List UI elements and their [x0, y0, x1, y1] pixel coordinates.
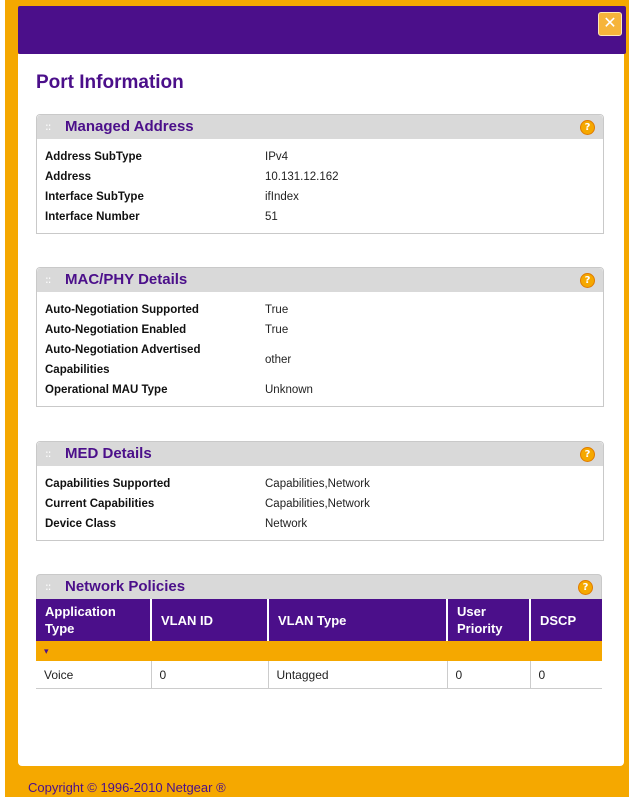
section-title: Managed Address: [65, 118, 194, 135]
expand-row[interactable]: ▾: [36, 641, 602, 661]
section-header: :: MED Details ?: [37, 442, 603, 466]
column-header[interactable]: User Priority: [447, 599, 531, 641]
drag-handle-icon: ::: [45, 273, 52, 286]
expand-icon[interactable]: ▾: [36, 641, 602, 661]
title-bar: ✕: [18, 6, 626, 54]
kv-row: Operational MAU Type Unknown: [45, 384, 313, 396]
column-header[interactable]: Application Type: [36, 599, 152, 641]
drag-handle-icon: ::: [45, 447, 52, 460]
table-cell: Untagged: [268, 661, 448, 689]
section-title: MED Details: [65, 445, 152, 462]
copyright-footer: Copyright © 1996-2010 Netgear ®: [28, 780, 226, 795]
drag-handle-icon: ::: [45, 120, 52, 133]
table-row[interactable]: Voice 0 Untagged 0 0: [36, 661, 602, 689]
help-icon[interactable]: ?: [578, 580, 593, 595]
kv-row: Address SubType IPv4: [45, 151, 289, 163]
kv-row: Auto-Negotiation Advertised Capabilities…: [45, 344, 292, 376]
managed-address-section: :: Managed Address ? Address SubType IPv4…: [36, 114, 604, 234]
section-header: :: Managed Address ?: [37, 115, 603, 139]
column-header[interactable]: DSCP: [530, 599, 602, 641]
kv-row: Auto-Negotiation Supported True: [45, 304, 289, 316]
close-icon[interactable]: ✕: [598, 12, 622, 36]
mac-phy-section: :: MAC/PHY Details ? Auto-Negotiation Su…: [36, 267, 604, 407]
network-policies-section: :: Network Policies ? Application Type V…: [36, 574, 602, 689]
section-title: Network Policies: [65, 578, 186, 595]
column-header[interactable]: VLAN Type: [268, 599, 448, 641]
help-icon[interactable]: ?: [580, 273, 595, 288]
kv-row: Interface Number 51: [45, 211, 278, 223]
section-title: MAC/PHY Details: [65, 271, 188, 288]
drag-handle-icon: ::: [45, 580, 52, 593]
page-title: Port Information: [36, 72, 184, 93]
content-panel: Port Information :: Managed Address ? Ad…: [18, 54, 624, 766]
kv-row: Auto-Negotiation Enabled True: [45, 324, 289, 336]
kv-row: Interface SubType ifIndex: [45, 191, 299, 203]
table-cell: 0: [447, 661, 531, 689]
kv-row: Device Class Network: [45, 518, 308, 530]
section-header: :: MAC/PHY Details ?: [37, 268, 603, 292]
med-details-section: :: MED Details ? Capabilities Supported C…: [36, 441, 604, 541]
help-icon[interactable]: ?: [580, 447, 595, 462]
help-icon[interactable]: ?: [580, 120, 595, 135]
kv-row: Address 10.131.12.162: [45, 171, 339, 183]
kv-row: Capabilities Supported Capabilities,Netwo…: [45, 478, 370, 490]
table-cell: Voice: [36, 661, 152, 689]
column-header[interactable]: VLAN ID: [151, 599, 269, 641]
table-cell: 0: [151, 661, 269, 689]
kv-row: Current Capabilities Capabilities,Network: [45, 498, 370, 510]
network-policies-table: Application Type VLAN ID VLAN Type User …: [36, 599, 602, 689]
section-header: :: Network Policies ?: [36, 574, 602, 599]
table-cell: 0: [530, 661, 602, 689]
